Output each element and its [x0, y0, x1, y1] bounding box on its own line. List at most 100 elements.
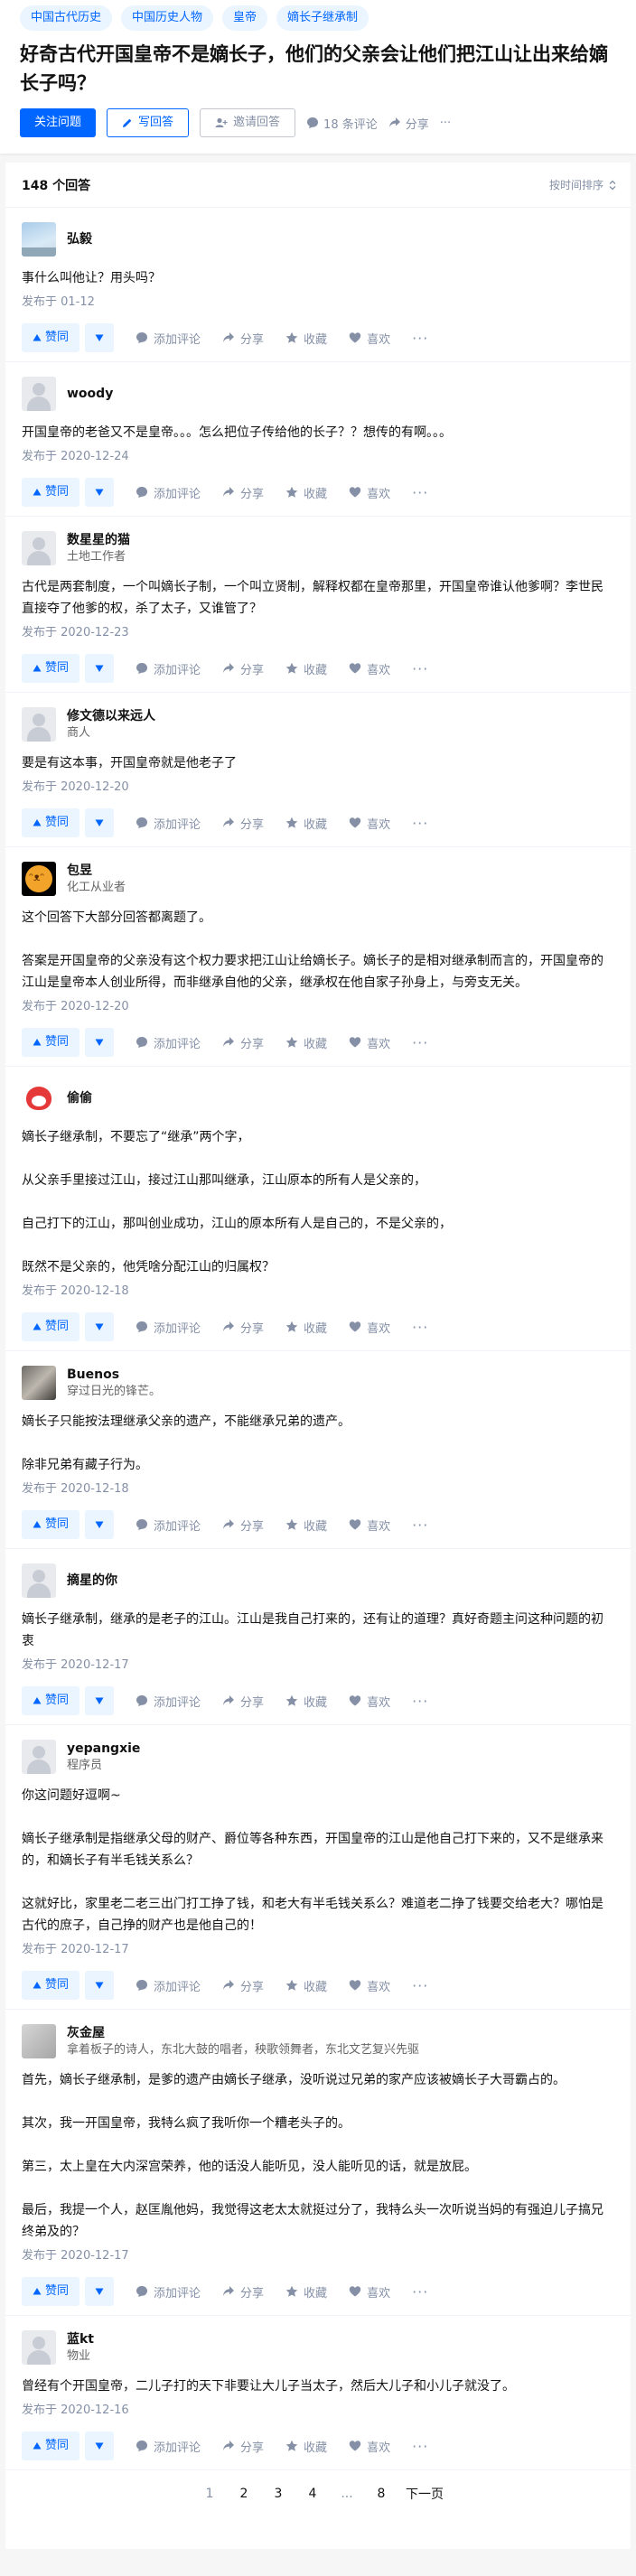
answer-content[interactable]: 曾经有个开国皇帝，二儿子打的天下非要让大儿子当太子，然后大儿子和小儿子就没了。	[22, 2375, 614, 2397]
more-button[interactable]: ···	[412, 815, 428, 832]
more-button[interactable]: ···	[412, 1517, 428, 1534]
answer-content[interactable]: 要是有这本事，开国皇帝就是他老子了	[22, 752, 614, 774]
like-button[interactable]: 喜欢	[349, 1693, 390, 1710]
author-name[interactable]: 弘毅	[67, 230, 92, 248]
page-link[interactable]: 2	[227, 2487, 261, 2501]
sort-dropdown[interactable]: 按时间排序	[549, 177, 616, 192]
avatar[interactable]	[22, 377, 56, 411]
vote-down-button[interactable]	[85, 808, 115, 837]
share-button[interactable]: 分享	[222, 2438, 264, 2455]
collect-button[interactable]: 收藏	[285, 1034, 327, 1051]
vote-down-button[interactable]	[85, 1312, 115, 1341]
like-button[interactable]: 喜欢	[349, 330, 390, 347]
vote-down-button[interactable]	[85, 1971, 115, 2000]
invite-answer-button[interactable]: 邀请回答	[200, 108, 296, 137]
answer-date[interactable]: 发布于 2020-12-23	[22, 623, 614, 643]
like-button[interactable]: 喜欢	[349, 1319, 390, 1336]
like-button[interactable]: 喜欢	[349, 2283, 390, 2301]
author-name[interactable]: 灰金屋	[67, 2024, 419, 2042]
like-button[interactable]: 喜欢	[349, 1034, 390, 1051]
more-button[interactable]: ···	[412, 330, 428, 347]
vote-down-button[interactable]	[85, 2277, 115, 2306]
like-button[interactable]: 喜欢	[349, 484, 390, 501]
share-button[interactable]: 分享	[222, 330, 264, 347]
more-button[interactable]: ···	[412, 1034, 428, 1051]
avatar[interactable]	[22, 2330, 56, 2365]
answer-content[interactable]: 嫡长子只能按法理继承父亲的遗产，不能继承兄弟的遗产。 除非兄弟有藏子行为。	[22, 1411, 614, 1476]
answer-content[interactable]: 古代是两套制度，一个叫嫡长子制，一个叫立贤制，解释权都在皇帝那里，开国皇帝谁认他…	[22, 576, 614, 620]
vote-up-button[interactable]: 赞同	[22, 808, 80, 837]
vote-up-button[interactable]: 赞同	[22, 1312, 80, 1341]
add-comment-button[interactable]: 添加评论	[136, 330, 201, 347]
more-button[interactable]: ···	[412, 484, 428, 501]
answer-content[interactable]: 嫡长子继承制，继承的是老子的江山。江山是我自己打来的，还有让的道理？真好奇题主问…	[22, 1609, 614, 1652]
share-button[interactable]: 分享	[222, 1034, 264, 1051]
vote-up-button[interactable]: 赞同	[22, 2277, 80, 2306]
more-button[interactable]: ···	[412, 1319, 428, 1336]
collect-button[interactable]: 收藏	[285, 815, 327, 832]
share-button[interactable]: 分享	[222, 815, 264, 832]
avatar[interactable]	[22, 1366, 56, 1400]
add-comment-button[interactable]: 添加评论	[136, 484, 201, 501]
answer-content[interactable]: 开国皇帝的老爸又不是皇帝。。。怎么把位子传给他的长子？？想传的有啊。。。	[22, 422, 614, 443]
collect-button[interactable]: 收藏	[285, 1319, 327, 1336]
collect-button[interactable]: 收藏	[285, 2438, 327, 2455]
answer-date[interactable]: 发布于 2020-12-20	[22, 778, 614, 798]
vote-up-button[interactable]: 赞同	[22, 1686, 80, 1715]
answer-date[interactable]: 发布于 2020-12-16	[22, 2401, 614, 2421]
topic-tag[interactable]: 皇帝	[222, 5, 268, 31]
avatar[interactable]	[22, 531, 56, 565]
vote-down-button[interactable]	[85, 323, 115, 352]
share-button[interactable]: 分享	[222, 484, 264, 501]
vote-up-button[interactable]: 赞同	[22, 654, 80, 683]
author-name[interactable]: 偷偷	[67, 1089, 92, 1107]
answer-date[interactable]: 发布于 2020-12-18	[22, 1282, 614, 1302]
more-button[interactable]: ···	[412, 2438, 428, 2455]
avatar[interactable]	[22, 1563, 56, 1598]
like-button[interactable]: 喜欢	[349, 2438, 390, 2455]
answer-date[interactable]: 发布于 2020-12-17	[22, 2246, 614, 2266]
vote-up-button[interactable]: 赞同	[22, 478, 80, 507]
answer-content[interactable]: 这个回答下大部分回答都离题了。 答案是开国皇帝的父亲没有这个权力要求把江山让给嫡长…	[22, 907, 614, 994]
more-button[interactable]: ···	[412, 1693, 428, 1710]
answer-date[interactable]: 发布于 2020-12-17	[22, 1656, 614, 1675]
like-button[interactable]: 喜欢	[349, 660, 390, 677]
author-name[interactable]: woody	[67, 385, 113, 403]
author-name[interactable]: 摘星的你	[67, 1572, 117, 1590]
add-comment-button[interactable]: 添加评论	[136, 1319, 201, 1336]
vote-down-button[interactable]	[85, 2431, 115, 2460]
collect-button[interactable]: 收藏	[285, 1693, 327, 1710]
collect-button[interactable]: 收藏	[285, 2283, 327, 2301]
vote-down-button[interactable]	[85, 1028, 115, 1057]
add-comment-button[interactable]: 添加评论	[136, 1693, 201, 1710]
avatar[interactable]	[22, 1740, 56, 1774]
write-answer-button[interactable]: 写回答	[107, 108, 190, 137]
avatar[interactable]	[22, 1081, 56, 1115]
page-link[interactable]: 8	[364, 2487, 398, 2501]
share-button[interactable]: 分享	[222, 1319, 264, 1336]
author-name[interactable]: 蓝kt	[67, 2330, 94, 2348]
share-button[interactable]: 分享	[222, 660, 264, 677]
add-comment-button[interactable]: 添加评论	[136, 815, 201, 832]
avatar[interactable]	[22, 707, 56, 742]
vote-down-button[interactable]	[85, 1686, 115, 1715]
more-button[interactable]: ···	[412, 660, 428, 677]
avatar[interactable]	[22, 2024, 56, 2058]
avatar[interactable]	[22, 222, 56, 257]
vote-up-button[interactable]: 赞同	[22, 1028, 80, 1057]
author-name[interactable]: Buenos	[67, 1366, 161, 1384]
answer-date[interactable]: 发布于 2020-12-17	[22, 1940, 614, 1960]
answer-content[interactable]: 嫡长子继承制，不要忘了“继承”两个字， 从父亲手里接过江山，接过江山那叫继承，江山…	[22, 1126, 614, 1278]
answer-content[interactable]: 你这问题好逗啊~ 嫡长子继承制是指继承父母的财产、爵位等各种东西，开国皇帝的江山是…	[22, 1785, 614, 1937]
author-name[interactable]: 数星星的猫	[67, 531, 130, 549]
share-button[interactable]: 分享	[222, 1977, 264, 1994]
add-comment-button[interactable]: 添加评论	[136, 1034, 201, 1051]
page-link[interactable]: 3	[261, 2487, 295, 2501]
collect-button[interactable]: 收藏	[285, 660, 327, 677]
topic-tag[interactable]: 嫡长子继承制	[276, 5, 369, 31]
answer-content[interactable]: 首先，嫡长子继承制，是爹的遗产由嫡长子继承，没听说过兄弟的家产应该被嫡长子大哥霸…	[22, 2069, 614, 2243]
vote-down-button[interactable]	[85, 1510, 115, 1539]
add-comment-button[interactable]: 添加评论	[136, 1517, 201, 1534]
author-name[interactable]: 包昱	[67, 862, 126, 880]
like-button[interactable]: 喜欢	[349, 815, 390, 832]
